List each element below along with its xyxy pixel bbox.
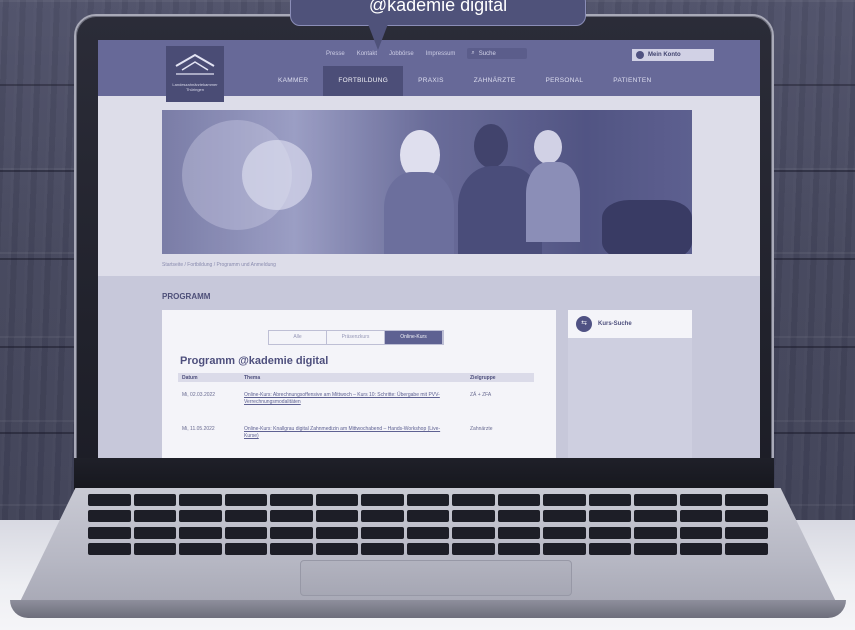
login-label: Mein Konto (648, 52, 681, 58)
hero-image (162, 110, 692, 254)
course-search-button[interactable]: ⇆ Kurs-Suche (568, 310, 692, 338)
filter-online[interactable]: Online-Kurs (385, 331, 443, 344)
course-search-label: Kurs-Suche (598, 321, 632, 327)
row-topic-link[interactable]: Online-Kurs: Knallgrau digital Zahnmediz… (244, 426, 454, 440)
program-card: Alle Präsenzkurs Online-Kurs Programm @k… (162, 310, 556, 458)
topbar-link[interactable]: Jobbörse (389, 51, 414, 57)
row-date: Mi, 11.05.2022 (182, 426, 215, 432)
filter-all[interactable]: Alle (269, 331, 327, 344)
laptop-bezel-bottom (74, 458, 774, 490)
top-utility-bar: Presse Kontakt Jobbörse Impressum ⌕ Such… (326, 48, 528, 59)
laptop-base-edge (10, 600, 846, 618)
column-header-group: Zielgruppe (470, 375, 496, 381)
column-header-date: Datum (182, 375, 198, 381)
table-header: Datum Thema Zielgruppe (178, 373, 534, 382)
search-placeholder: Suche (478, 50, 496, 57)
nav-item-kammer[interactable]: KAMMER (263, 66, 323, 96)
nav-item-patienten[interactable]: PATIENTEN (598, 66, 666, 96)
main-navigation: KAMMER FORTBILDUNG PRAXIS ZAHNÄRZTE PERS… (263, 66, 667, 96)
topbar-link[interactable]: Kontakt (357, 51, 377, 57)
laptop-screen: Landeszahnärztekammer Thüringen Presse K… (98, 40, 760, 458)
course-filter: Alle Präsenzkurs Online-Kurs (268, 330, 444, 345)
row-date: Mi, 02.03.2022 (182, 392, 216, 398)
row-group: ZÄ + ZFA (470, 392, 492, 398)
callout-label: @kademie digital (290, 0, 586, 26)
login-button[interactable]: Mein Konto (632, 49, 714, 61)
breadcrumb[interactable]: Startseite / Fortbildung / Programm und … (162, 262, 276, 268)
sidebar-panel (568, 338, 692, 458)
column-header-topic: Thema (244, 375, 261, 381)
user-icon (636, 51, 644, 59)
trackpad (300, 560, 572, 596)
nav-item-zahnaerzte[interactable]: ZAHNÄRZTE (459, 66, 531, 96)
topbar-link[interactable]: Impressum (426, 51, 456, 57)
site-logo[interactable]: Landeszahnärztekammer Thüringen (166, 46, 224, 102)
row-topic-link[interactable]: Online-Kurs: Abrechnungsoffensive am Mit… (244, 392, 454, 406)
search-input[interactable]: ⌕ Suche (467, 48, 528, 59)
nav-item-personal[interactable]: PERSONAL (530, 66, 598, 96)
logo-text: Landeszahnärztekammer Thüringen (172, 82, 218, 92)
keyboard (88, 494, 768, 556)
callout-pointer (368, 24, 388, 50)
row-group: Zahnärzte (470, 426, 493, 432)
nav-item-fortbildung[interactable]: FORTBILDUNG (323, 66, 404, 96)
search-icon: ⌕ (471, 50, 475, 56)
program-title: Programm @kademie digital (180, 355, 329, 367)
topbar-link[interactable]: Presse (326, 51, 345, 57)
house-logo-icon (175, 53, 215, 75)
section-title: PROGRAMM (162, 292, 211, 301)
filter-icon: ⇆ (576, 316, 592, 332)
filter-praesenz[interactable]: Präsenzkurs (327, 331, 385, 344)
nav-item-praxis[interactable]: PRAXIS (403, 66, 459, 96)
